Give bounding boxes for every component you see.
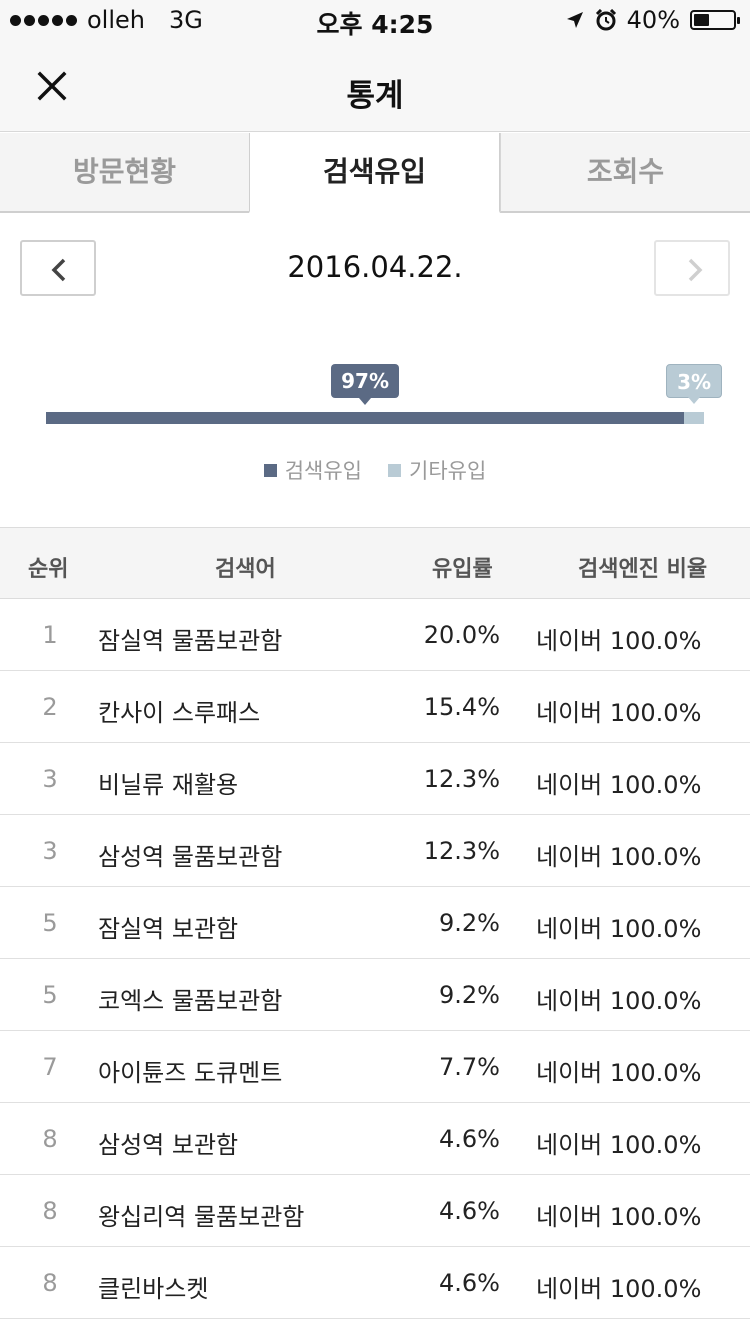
legend-search-inflow: 검색유입: [263, 455, 362, 485]
row-keyword: 삼성역 보관함: [98, 1131, 239, 1159]
header-engine: 검색엔진 비율: [578, 557, 708, 582]
row-rank: 8: [42, 1269, 58, 1297]
page: olleh 3G 오후 4:25 40% 통계 방문현황 검색유입 조회수 20…: [0, 0, 750, 1334]
tab-views[interactable]: 조회수: [500, 133, 750, 213]
status-bar: olleh 3G 오후 4:25 40%: [0, 0, 750, 40]
row-keyword: 삼성역 물품보관함: [98, 843, 283, 871]
date-label: 2016.04.22.: [287, 250, 463, 284]
row-keyword: 아이튠즈 도큐멘트: [98, 1059, 283, 1087]
row-keyword: 왕십리역 물품보관함: [98, 1203, 305, 1231]
search-inflow-tooltip: 97%: [331, 364, 399, 405]
table-row: 3 삼성역 물품보관함 12.3% 네이버 100.0%: [0, 815, 750, 887]
row-engine: 네이버 100.0%: [536, 915, 702, 943]
legend-other-label: 기타유입: [409, 459, 487, 483]
tab-search-inflow[interactable]: 검색유입: [249, 133, 500, 213]
table-header: 순위 검색어 유입률 검색엔진 비율: [0, 527, 750, 599]
row-rate: 7.7%: [439, 1053, 500, 1081]
row-rank: 3: [42, 765, 58, 793]
row-rank: 2: [42, 693, 58, 721]
row-keyword: 비닐류 재활용: [98, 771, 239, 799]
row-rate: 4.6%: [439, 1197, 500, 1225]
search-inflow-segment: [46, 412, 685, 424]
table-row: 2 칸사이 스루패스 15.4% 네이버 100.0%: [0, 671, 750, 743]
row-rate: 4.6%: [439, 1269, 500, 1297]
row-engine: 네이버 100.0%: [536, 1275, 702, 1303]
row-rate: 4.6%: [439, 1125, 500, 1153]
row-rate: 12.3%: [423, 765, 500, 793]
page-title: 통계: [346, 78, 404, 114]
row-engine: 네이버 100.0%: [536, 699, 702, 727]
row-engine: 네이버 100.0%: [536, 987, 702, 1015]
row-keyword: 잠실역 물품보관함: [98, 627, 283, 655]
row-rank: 3: [42, 837, 58, 865]
battery-icon: [690, 10, 740, 30]
row-engine: 네이버 100.0%: [536, 1059, 702, 1087]
header-rank: 순위: [28, 557, 69, 582]
row-rank: 5: [42, 909, 58, 937]
row-keyword: 잠실역 보관함: [98, 915, 239, 943]
table-row: 8 삼성역 보관함 4.6% 네이버 100.0%: [0, 1103, 750, 1175]
row-rank: 8: [42, 1197, 58, 1225]
header-keyword: 검색어: [215, 557, 276, 582]
other-inflow-tooltip: 3%: [666, 364, 723, 404]
battery-percent: 40%: [626, 6, 680, 34]
row-keyword: 코엑스 물품보관함: [98, 987, 283, 1015]
row-rank: 7: [42, 1053, 58, 1081]
table-row: 1 잠실역 물품보관함 20.0% 네이버 100.0%: [0, 599, 750, 671]
row-keyword: 클린바스켓: [98, 1275, 209, 1303]
next-date-button[interactable]: [654, 240, 730, 296]
legend-other-swatch: [388, 463, 401, 477]
row-rate: 12.3%: [423, 837, 500, 865]
battery-fill: [694, 14, 709, 26]
row-keyword: 칸사이 스루패스: [98, 699, 261, 727]
header-rate: 유입률: [432, 557, 493, 582]
chevron-right-icon: [688, 258, 703, 282]
inflow-ratio-bar: [46, 412, 704, 424]
table-row: 3 비닐류 재활용 12.3% 네이버 100.0%: [0, 743, 750, 815]
alarm-clock-icon: [595, 9, 616, 31]
table-row: 8 왕십리역 물품보관함 4.6% 네이버 100.0%: [0, 1175, 750, 1247]
inflow-legend: 검색유입 기타유입: [0, 455, 750, 485]
row-rank: 5: [42, 981, 58, 1009]
row-engine: 네이버 100.0%: [536, 1131, 702, 1159]
status-right: 40%: [565, 6, 740, 34]
row-engine: 네이버 100.0%: [536, 843, 702, 871]
row-rate: 9.2%: [439, 981, 500, 1009]
header-bar: 통계: [0, 40, 750, 132]
row-engine: 네이버 100.0%: [536, 1203, 702, 1231]
table-row: 8 클린바스켓 4.6% 네이버 100.0%: [0, 1247, 750, 1319]
table-row: 5 코엑스 물품보관함 9.2% 네이버 100.0%: [0, 959, 750, 1031]
row-engine: 네이버 100.0%: [536, 627, 702, 655]
keyword-table: 순위 검색어 유입률 검색엔진 비율 1 잠실역 물품보관함 20.0% 네이버…: [0, 527, 750, 1319]
legend-search-label: 검색유입: [284, 459, 362, 483]
row-rank: 1: [42, 621, 58, 649]
legend-other-inflow: 기타유입: [388, 455, 486, 485]
row-engine: 네이버 100.0%: [536, 771, 702, 799]
row-rate: 15.4%: [423, 693, 500, 721]
row-rate: 20.0%: [423, 621, 500, 649]
row-rank: 8: [42, 1125, 58, 1153]
table-row: 7 아이튠즈 도큐멘트 7.7% 네이버 100.0%: [0, 1031, 750, 1103]
other-inflow-segment: [684, 412, 704, 424]
location-arrow-icon: [566, 12, 583, 28]
legend-search-swatch: [263, 463, 277, 477]
table-row: 5 잠실역 보관함 9.2% 네이버 100.0%: [0, 887, 750, 959]
row-rate: 9.2%: [439, 909, 500, 937]
tab-bar: 방문현황 검색유입 조회수: [0, 133, 750, 213]
tab-visit-status[interactable]: 방문현황: [0, 133, 249, 213]
